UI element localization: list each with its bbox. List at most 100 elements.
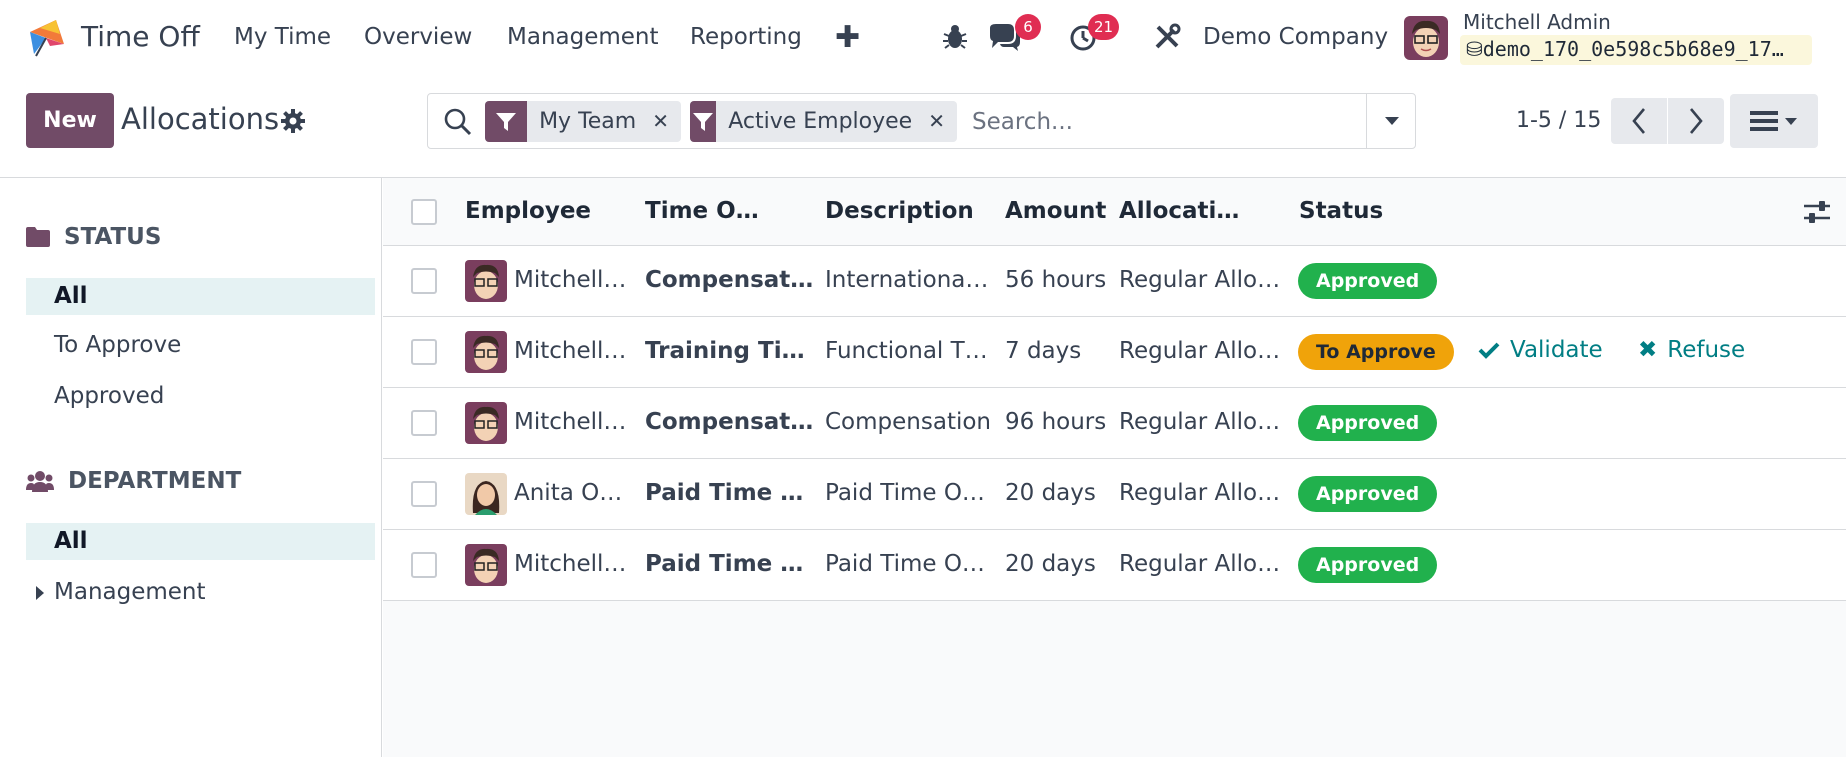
status-section-title: STATUS	[26, 224, 161, 250]
row-checkbox[interactable]	[411, 268, 437, 294]
app-title[interactable]: Time Off	[81, 20, 200, 53]
caret-right-icon[interactable]	[36, 586, 44, 600]
department-section-label: DEPARTMENT	[68, 468, 242, 494]
column-allocation-type[interactable]: Allocati…	[1119, 198, 1239, 224]
optional-columns-icon[interactable]	[1803, 199, 1831, 225]
list-view-icon[interactable]	[1730, 94, 1818, 148]
activities-badge: 21	[1088, 14, 1120, 40]
facet-label: Active Employee	[728, 109, 913, 134]
cell-amount: 96 hours	[1005, 409, 1107, 435]
caret-down-icon	[1785, 117, 1797, 125]
database-name: demo_170_0e598c5b68e9_17…	[1482, 37, 1784, 61]
search-panel: STATUS All To Approve Approved DEPARTMEN…	[0, 178, 382, 757]
status-badge: To Approve	[1298, 334, 1454, 370]
user-avatar[interactable]	[1404, 16, 1448, 60]
table-row[interactable]: Mitchell… Compensat… Internationa… 56 ho…	[383, 246, 1846, 317]
status-badge: Approved	[1298, 263, 1438, 299]
folder-icon	[26, 227, 50, 247]
department-filter-management[interactable]: Management	[26, 574, 375, 611]
cell-description: Functional T…	[825, 338, 988, 364]
cell-amount: 56 hours	[1005, 267, 1107, 293]
cell-time-off-type: Compensat…	[645, 267, 814, 293]
cell-allocation-type: Regular Allo…	[1119, 338, 1281, 364]
facet-active-employee: Active Employee ✕	[690, 101, 957, 142]
list-header: Employee Time O… Description Amount Allo…	[383, 178, 1846, 246]
cell-employee: Mitchell…	[514, 267, 627, 293]
menu-my-time[interactable]: My Time	[234, 24, 331, 50]
status-badge: Approved	[1298, 547, 1438, 583]
close-icon[interactable]: ✕	[924, 101, 957, 142]
column-time-off-type[interactable]: Time O…	[645, 198, 759, 224]
avatar	[465, 260, 507, 302]
gear-icon[interactable]	[280, 108, 306, 134]
cell-time-off-type: Paid Time Off	[645, 480, 815, 506]
status-filter-to-approve[interactable]: To Approve	[26, 327, 375, 364]
column-description[interactable]: Description	[825, 198, 974, 224]
close-icon: ✖	[1638, 337, 1658, 363]
cell-description: Paid Time O…	[825, 551, 985, 577]
cell-amount: 20 days	[1005, 551, 1096, 577]
cell-description: Paid Time O…	[825, 480, 985, 506]
avatar	[465, 544, 507, 586]
pager-value[interactable]: 1-5 / 15	[1516, 108, 1601, 133]
table-row[interactable]: Anita O… Paid Time Off Paid Time O… 20 d…	[383, 459, 1846, 530]
cell-amount: 20 days	[1005, 480, 1096, 506]
status-badge: Approved	[1298, 405, 1438, 441]
chevron-left-icon[interactable]	[1611, 98, 1667, 144]
status-badge: Approved	[1298, 476, 1438, 512]
refuse-button[interactable]: ✖ Refuse	[1638, 337, 1745, 363]
row-checkbox[interactable]	[411, 552, 437, 578]
page-title: Allocations	[121, 102, 280, 136]
department-filter-all[interactable]: All	[26, 523, 375, 560]
select-all-checkbox[interactable]	[411, 199, 437, 225]
row-checkbox[interactable]	[411, 339, 437, 365]
cell-time-off-type: Compensat…	[645, 409, 814, 435]
cell-allocation-type: Regular Allo…	[1119, 267, 1281, 293]
table-row[interactable]: Mitchell… Compensat… Compensation 96 hou…	[383, 388, 1846, 459]
search-input[interactable]	[972, 102, 1338, 142]
bug-icon[interactable]	[940, 22, 970, 52]
validate-button[interactable]: Validate	[1478, 337, 1603, 363]
cell-allocation-type: Regular Allo…	[1119, 551, 1281, 577]
allocations-list: Employee Time O… Description Amount Allo…	[383, 178, 1846, 757]
check-icon	[1478, 342, 1500, 359]
column-amount[interactable]: Amount	[1005, 198, 1106, 224]
filter-icon	[485, 101, 528, 142]
cell-employee: Mitchell…	[514, 409, 627, 435]
status-filter-approved[interactable]: Approved	[26, 378, 375, 415]
cell-description: Internationa…	[825, 267, 989, 293]
department-label: Management	[54, 579, 206, 605]
avatar	[465, 402, 507, 444]
facet-my-team: My Team ✕	[485, 101, 681, 142]
new-button[interactable]: New	[26, 93, 114, 148]
filter-icon	[690, 101, 717, 142]
status-filter-all[interactable]: All	[26, 278, 375, 315]
row-checkbox[interactable]	[411, 410, 437, 436]
menu-overview[interactable]: Overview	[364, 24, 472, 50]
plus-icon[interactable]: ✚	[835, 20, 860, 55]
menu-reporting[interactable]: Reporting	[690, 24, 802, 50]
app-logo-icon[interactable]	[26, 14, 68, 58]
caret-down-icon[interactable]	[1366, 94, 1416, 148]
status-section-label: STATUS	[64, 224, 162, 250]
menu-management[interactable]: Management	[507, 24, 659, 50]
column-status[interactable]: Status	[1299, 198, 1383, 224]
column-employee[interactable]: Employee	[465, 198, 591, 224]
table-row[interactable]: Mitchell… Paid Time Off Paid Time O… 20 …	[383, 530, 1846, 601]
top-navbar: Time Off My Time Overview Management Rep…	[0, 0, 1846, 76]
department-section-title: DEPARTMENT	[26, 468, 241, 494]
chevron-right-icon[interactable]	[1668, 98, 1724, 144]
cell-time-off-type: Training Ti…	[645, 338, 805, 364]
cell-employee: Mitchell…	[514, 551, 627, 577]
tools-icon[interactable]	[1152, 22, 1182, 52]
cell-allocation-type: Regular Allo…	[1119, 409, 1281, 435]
user-name[interactable]: Mitchell Admin	[1463, 10, 1611, 34]
search-icon[interactable]	[443, 107, 473, 137]
close-icon[interactable]: ✕	[648, 101, 681, 142]
avatar	[465, 331, 507, 373]
row-checkbox[interactable]	[411, 481, 437, 507]
company-switcher[interactable]: Demo Company	[1203, 24, 1388, 50]
users-icon	[26, 471, 54, 492]
cell-amount: 7 days	[1005, 338, 1082, 364]
table-row[interactable]: Mitchell… Training Ti… Functional T… 7 d…	[383, 317, 1846, 388]
